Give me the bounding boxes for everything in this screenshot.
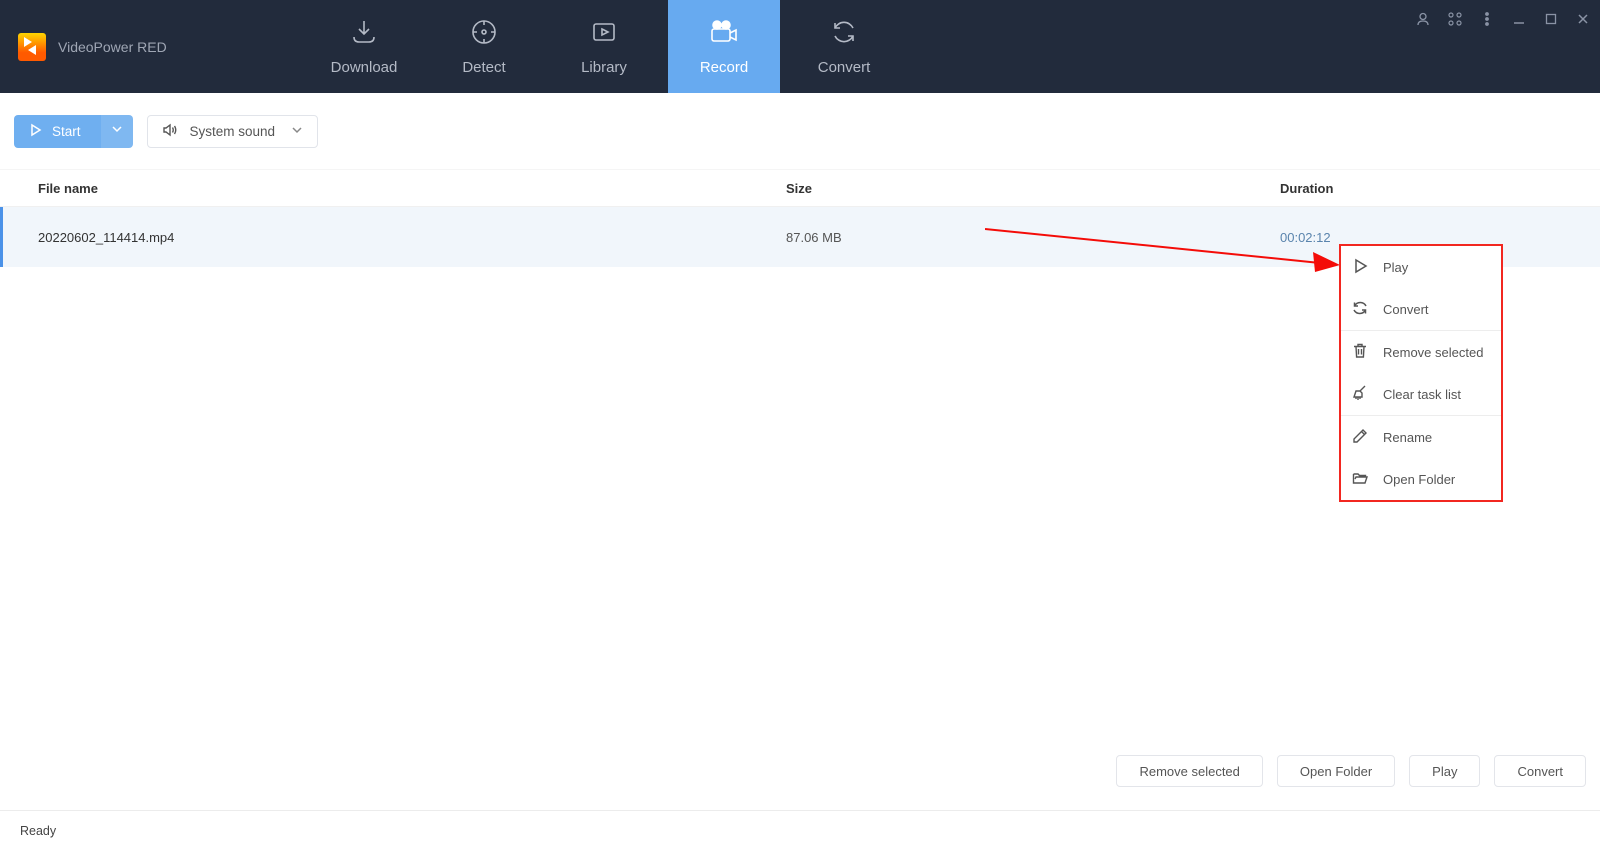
start-button[interactable]: Start	[14, 115, 133, 148]
cell-filename: 20220602_114414.mp4	[38, 230, 786, 245]
open-folder-button[interactable]: Open Folder	[1277, 755, 1395, 787]
maximize-icon[interactable]	[1542, 10, 1560, 28]
window-controls	[1414, 10, 1592, 28]
nav-convert[interactable]: Convert	[780, 0, 908, 93]
sound-dropdown[interactable]: System sound	[147, 115, 319, 148]
trash-icon	[1351, 342, 1369, 363]
col-header-name[interactable]: File name	[38, 181, 786, 196]
play-button[interactable]: Play	[1409, 755, 1480, 787]
more-icon[interactable]	[1478, 10, 1496, 28]
convert-icon	[829, 17, 859, 51]
user-icon[interactable]	[1414, 10, 1432, 28]
menu-label: Convert	[1383, 302, 1429, 317]
chevron-down-icon	[291, 124, 303, 139]
close-icon[interactable]	[1574, 10, 1592, 28]
btn-label: Play	[1432, 764, 1457, 779]
download-icon	[349, 17, 379, 51]
record-toolbar: Start System sound	[0, 93, 1600, 170]
broom-icon	[1351, 384, 1369, 405]
nav-label: Detect	[462, 59, 505, 76]
record-icon	[708, 17, 740, 51]
cell-size: 87.06 MB	[786, 230, 1280, 245]
col-header-duration[interactable]: Duration	[1280, 181, 1600, 196]
btn-label: Remove selected	[1139, 764, 1239, 779]
library-icon	[589, 17, 619, 51]
grid-icon[interactable]	[1446, 10, 1464, 28]
menu-play[interactable]: Play	[1341, 246, 1501, 288]
nav-label: Download	[331, 59, 398, 76]
menu-label: Open Folder	[1383, 472, 1455, 487]
folder-icon	[1351, 469, 1369, 490]
context-menu: Play Convert Remove selected Clear task …	[1339, 244, 1503, 502]
table-header: File name Size Duration	[0, 170, 1600, 207]
menu-label: Clear task list	[1383, 387, 1461, 402]
play-icon	[1351, 257, 1369, 278]
speaker-icon	[162, 122, 178, 141]
menu-convert[interactable]: Convert	[1341, 288, 1501, 330]
convert-icon	[1351, 299, 1369, 320]
nav-record[interactable]: Record	[668, 0, 780, 93]
minimize-icon[interactable]	[1510, 10, 1528, 28]
start-dropdown[interactable]	[101, 115, 133, 148]
cell-duration: 00:02:12	[1280, 230, 1600, 245]
remove-selected-button[interactable]: Remove selected	[1116, 755, 1262, 787]
menu-rename[interactable]: Rename	[1341, 416, 1501, 458]
detect-icon	[469, 17, 499, 51]
nav-label: Record	[700, 59, 748, 76]
nav-detect[interactable]: Detect	[428, 0, 540, 93]
sound-label: System sound	[190, 124, 276, 139]
app-title: VideoPower RED	[58, 39, 167, 55]
chevron-down-icon	[111, 122, 123, 140]
menu-label: Rename	[1383, 430, 1432, 445]
menu-open-folder[interactable]: Open Folder	[1341, 458, 1501, 500]
play-icon	[28, 123, 42, 140]
start-label: Start	[52, 124, 81, 139]
convert-button[interactable]: Convert	[1494, 755, 1586, 787]
menu-label: Play	[1383, 260, 1408, 275]
header-bar: VideoPower RED Download Detect Library R…	[0, 0, 1600, 93]
pencil-icon	[1351, 427, 1369, 448]
main-nav: Download Detect Library Record Convert	[300, 0, 908, 93]
menu-remove-selected[interactable]: Remove selected	[1341, 331, 1501, 373]
btn-label: Open Folder	[1300, 764, 1372, 779]
menu-clear-task[interactable]: Clear task list	[1341, 373, 1501, 415]
logo-area: VideoPower RED	[0, 0, 300, 93]
nav-library[interactable]: Library	[540, 0, 668, 93]
nav-label: Convert	[818, 59, 871, 76]
start-button-main[interactable]: Start	[14, 115, 101, 148]
status-bar: Ready	[0, 810, 1600, 850]
menu-label: Remove selected	[1383, 345, 1483, 360]
nav-label: Library	[581, 59, 627, 76]
col-header-size[interactable]: Size	[786, 181, 1280, 196]
status-text: Ready	[20, 824, 56, 838]
footer-actions: Remove selected Open Folder Play Convert	[0, 741, 1600, 801]
btn-label: Convert	[1517, 764, 1563, 779]
app-logo-icon	[18, 33, 46, 61]
nav-download[interactable]: Download	[300, 0, 428, 93]
